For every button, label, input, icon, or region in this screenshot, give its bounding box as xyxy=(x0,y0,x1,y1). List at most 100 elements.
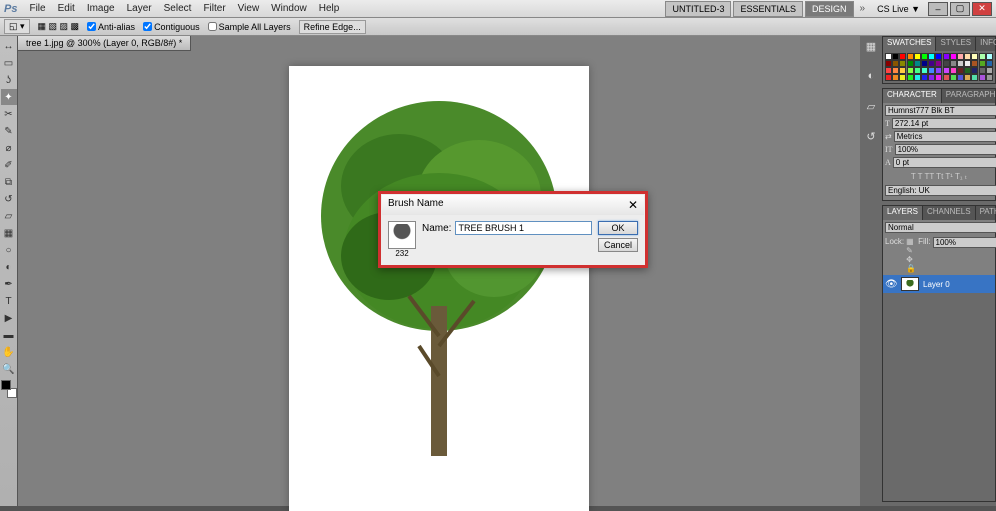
workspace-more-icon[interactable]: » xyxy=(856,3,870,14)
tab-layers[interactable]: LAYERS xyxy=(883,206,923,220)
tab-info[interactable]: INFO xyxy=(976,37,996,51)
swatch[interactable] xyxy=(979,53,986,60)
swatch[interactable] xyxy=(979,74,986,81)
tool-preset-dropdown[interactable]: ◱ ▾ xyxy=(4,19,30,34)
swatch[interactable] xyxy=(885,74,892,81)
refine-edge-button[interactable]: Refine Edge... xyxy=(299,20,366,34)
visibility-icon[interactable]: 👁 xyxy=(885,279,897,290)
swatch[interactable] xyxy=(986,67,993,74)
type-style-buttons[interactable]: T T TT Tt T¹ T₁ ₜ xyxy=(885,170,993,183)
fill-input[interactable] xyxy=(933,237,996,248)
blur-tool-icon[interactable]: ○ xyxy=(1,242,17,258)
menu-file[interactable]: File xyxy=(23,3,51,14)
vscale-input[interactable] xyxy=(895,144,996,155)
brush-name-input[interactable] xyxy=(455,221,592,235)
swatch[interactable] xyxy=(907,53,914,60)
workspace-essentials[interactable]: ESSENTIALS xyxy=(733,1,803,17)
swatch[interactable] xyxy=(892,67,899,74)
swatch[interactable] xyxy=(950,67,957,74)
layer-row[interactable]: 👁 Layer 0 xyxy=(883,275,995,293)
tab-character[interactable]: CHARACTER xyxy=(883,89,942,103)
layer-thumbnail[interactable] xyxy=(901,277,919,291)
swatch[interactable] xyxy=(921,67,928,74)
swatch[interactable] xyxy=(907,60,914,67)
swatch[interactable] xyxy=(921,74,928,81)
swatch[interactable] xyxy=(892,74,899,81)
document-canvas[interactable] xyxy=(289,66,589,511)
swatch[interactable] xyxy=(899,60,906,67)
path-selection-tool-icon[interactable]: ▶ xyxy=(1,310,17,326)
sample-all-layers-checkbox[interactable]: Sample All Layers xyxy=(208,22,291,32)
swatch[interactable] xyxy=(921,53,928,60)
gradient-tool-icon[interactable]: ▦ xyxy=(1,225,17,241)
brush-tool-icon[interactable]: ✐ xyxy=(1,157,17,173)
eyedropper-tool-icon[interactable]: ✎ xyxy=(1,123,17,139)
marquee-tool-icon[interactable]: ▭ xyxy=(1,55,17,71)
swatch[interactable] xyxy=(986,60,993,67)
tab-styles[interactable]: STYLES xyxy=(936,37,976,51)
menu-filter[interactable]: Filter xyxy=(197,3,231,14)
color-panel-icon[interactable]: ▦ xyxy=(862,40,880,58)
workspace-untitled[interactable]: UNTITLED-3 xyxy=(665,1,731,17)
swatch[interactable] xyxy=(971,60,978,67)
swatch[interactable] xyxy=(964,53,971,60)
font-size-input[interactable] xyxy=(892,118,996,129)
swatch[interactable] xyxy=(986,53,993,60)
menu-select[interactable]: Select xyxy=(158,3,198,14)
ok-button[interactable]: OK xyxy=(598,221,638,235)
swatch[interactable] xyxy=(935,60,942,67)
swatch[interactable] xyxy=(907,67,914,74)
adjustments-panel-icon[interactable]: ◐ xyxy=(862,70,880,88)
swatch[interactable] xyxy=(914,53,921,60)
menu-window[interactable]: Window xyxy=(265,3,313,14)
swatch[interactable] xyxy=(964,74,971,81)
pen-tool-icon[interactable]: ✒ xyxy=(1,276,17,292)
foreground-background-colors[interactable] xyxy=(1,380,17,398)
swatch[interactable] xyxy=(979,67,986,74)
swatch[interactable] xyxy=(979,60,986,67)
swatch[interactable] xyxy=(928,67,935,74)
swatch[interactable] xyxy=(885,53,892,60)
crop-tool-icon[interactable]: ✂ xyxy=(1,106,17,122)
swatch[interactable] xyxy=(892,60,899,67)
swatch[interactable] xyxy=(885,67,892,74)
swatch[interactable] xyxy=(950,53,957,60)
dialog-close-button[interactable]: ✕ xyxy=(628,198,638,212)
workspace-design[interactable]: DESIGN xyxy=(805,1,854,17)
tab-paths[interactable]: PATHS xyxy=(976,206,996,220)
swatch[interactable] xyxy=(943,67,950,74)
blend-mode-input[interactable] xyxy=(885,222,996,233)
baseline-input[interactable] xyxy=(893,157,996,168)
swatch[interactable] xyxy=(928,74,935,81)
swatch[interactable] xyxy=(986,74,993,81)
menu-help[interactable]: Help xyxy=(313,3,346,14)
swatch[interactable] xyxy=(885,60,892,67)
swatch[interactable] xyxy=(935,67,942,74)
swatch[interactable] xyxy=(935,74,942,81)
eraser-tool-icon[interactable]: ▱ xyxy=(1,208,17,224)
lock-icons[interactable]: ▦ ✎ ✥ 🔒 xyxy=(906,237,916,273)
kerning-input[interactable] xyxy=(894,131,996,142)
document-tab[interactable]: tree 1.jpg @ 300% (Layer 0, RGB/8#) * xyxy=(18,36,191,51)
menu-view[interactable]: View xyxy=(232,3,266,14)
swatch[interactable] xyxy=(964,60,971,67)
swatch[interactable] xyxy=(928,53,935,60)
tab-swatches[interactable]: SWATCHES xyxy=(883,37,936,51)
window-minimize-button[interactable]: – xyxy=(928,2,948,16)
swatch[interactable] xyxy=(957,53,964,60)
antialias-checkbox[interactable]: Anti-alias xyxy=(87,22,135,32)
clone-stamp-tool-icon[interactable]: ⧉ xyxy=(1,174,17,190)
swatch[interactable] xyxy=(957,74,964,81)
swatch[interactable] xyxy=(921,60,928,67)
swatch[interactable] xyxy=(914,74,921,81)
tab-channels[interactable]: CHANNELS xyxy=(923,206,976,220)
hand-tool-icon[interactable]: ✋ xyxy=(1,344,17,360)
history-brush-tool-icon[interactable]: ↺ xyxy=(1,191,17,207)
swatch[interactable] xyxy=(899,53,906,60)
swatches-grid[interactable] xyxy=(883,51,995,83)
swatch[interactable] xyxy=(971,74,978,81)
type-tool-icon[interactable]: T xyxy=(1,293,17,309)
swatch[interactable] xyxy=(907,74,914,81)
swatch[interactable] xyxy=(957,67,964,74)
lasso-tool-icon[interactable]: ʖ xyxy=(1,72,17,88)
